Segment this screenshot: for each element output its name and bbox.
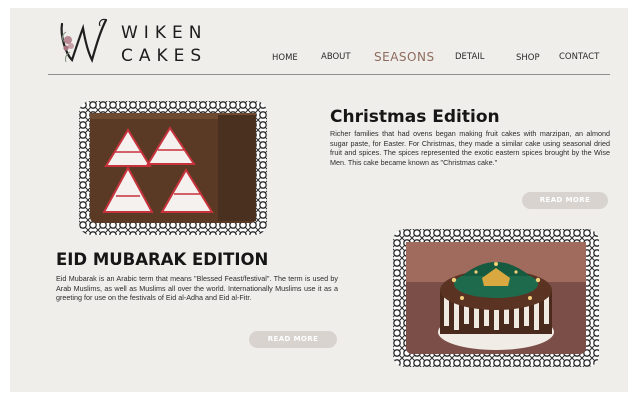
christmas-cake-image	[79, 101, 267, 235]
brand-line-1: WIKEN	[121, 23, 208, 43]
christmas-title: Christmas Edition	[330, 107, 500, 127]
wiken-logo-icon[interactable]	[56, 14, 110, 66]
nav-contact[interactable]: CONTACT	[559, 52, 599, 62]
nav-seasons[interactable]: SEASONS	[374, 50, 435, 64]
nav-shop[interactable]: SHOP	[516, 53, 540, 63]
eid-read-more-button[interactable]: READ MORE	[249, 331, 337, 348]
eid-title: EID MUBARAK EDITION	[56, 250, 269, 269]
nav-about[interactable]: ABOUT	[321, 52, 351, 62]
eid-description: Eid Mubarak is an Arabic term that means…	[56, 274, 338, 303]
christmas-read-more-button[interactable]: READ MORE	[522, 192, 608, 209]
eid-cake-image	[393, 229, 599, 367]
christmas-description: Richer families that had ovens began mak…	[330, 129, 610, 167]
brand-line-2: CAKES	[121, 46, 208, 66]
nav-home[interactable]: HOME	[272, 53, 298, 63]
nav-detail[interactable]: DETAIL	[455, 52, 485, 62]
header-divider	[48, 74, 610, 75]
